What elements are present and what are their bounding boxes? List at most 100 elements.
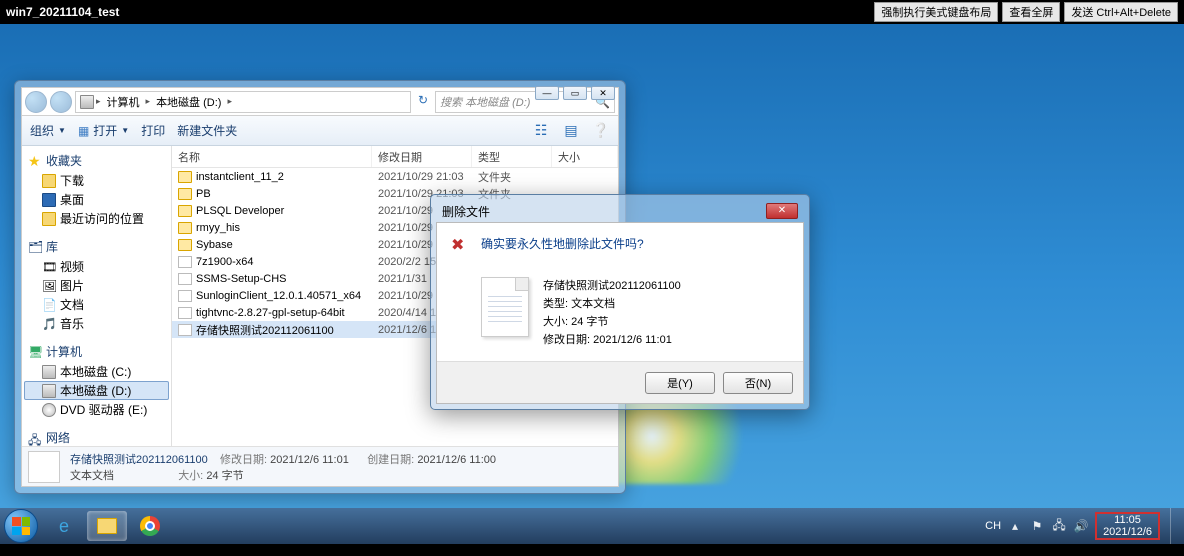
file-icon: [178, 307, 192, 319]
chevron-right-icon[interactable]: ▸: [227, 96, 232, 107]
sidebar-videos[interactable]: 🎞视频: [24, 257, 169, 276]
organize-button[interactable]: 组织▼: [30, 122, 66, 139]
vnc-send-cad-button[interactable]: 发送 Ctrl+Alt+Delete: [1064, 2, 1178, 22]
sidebar-drive-e[interactable]: DVD 驱动器 (E:): [24, 400, 169, 419]
window-close-button[interactable]: ✕: [591, 86, 615, 100]
taskbar[interactable]: e CH ▴ ⚑ 🖧 🔊 11:05 2021/12/6: [0, 508, 1184, 544]
breadcrumb-computer[interactable]: 计算机: [103, 94, 144, 110]
folder-icon: [178, 239, 192, 251]
folder-icon: [178, 188, 192, 200]
vnc-control-bar: win7_20211104_test 强制执行美式键盘布局 查看全屏 发送 Ct…: [0, 0, 1184, 24]
details-pane: 存储快照测试202112061100 修改日期: 2021/12/6 11:01…: [22, 446, 618, 486]
search-placeholder: 搜索 本地磁盘 (D:): [440, 94, 530, 110]
file-row[interactable]: instantclient_11_22021/10/29 21:03文件夹: [172, 168, 618, 185]
file-name: instantclient_11_2: [196, 171, 284, 183]
file-name: 存储快照测试202112061100: [196, 322, 334, 338]
nav-back-button[interactable]: [25, 91, 47, 113]
details-size: 24 字节: [206, 470, 243, 482]
column-headers: 名称 修改日期 类型 大小: [172, 146, 618, 168]
file-name: rmyy_his: [196, 222, 240, 234]
delete-warning-icon: ✖: [451, 235, 471, 255]
chevron-down-icon: ▼: [58, 126, 66, 135]
chevron-right-icon[interactable]: ▸: [96, 96, 101, 107]
window-maximize-button[interactable]: ▭: [563, 86, 587, 100]
column-date[interactable]: 修改日期: [372, 146, 472, 167]
sidebar-computer[interactable]: 🖥计算机: [24, 341, 169, 362]
new-folder-button[interactable]: 新建文件夹: [177, 122, 237, 139]
sidebar-network[interactable]: 🖧网络: [24, 427, 169, 446]
file-type-icon: [28, 451, 60, 483]
sidebar-libraries[interactable]: 🗂库: [24, 236, 169, 257]
delete-file-dialog[interactable]: 删除文件 ✕ ✖ 确实要永久性地删除此文件吗? 存储快照测试2021120611…: [430, 194, 810, 410]
dvd-icon: [42, 403, 56, 417]
folder-icon: [97, 518, 117, 534]
tray-volume-icon[interactable]: 🔊: [1073, 518, 1089, 534]
dialog-close-button[interactable]: ✕: [766, 203, 798, 219]
sidebar-drive-d[interactable]: 本地磁盘 (D:): [24, 381, 169, 400]
taskbar-explorer-button[interactable]: [87, 511, 127, 541]
file-name: 7z1900-x64: [196, 256, 254, 268]
folder-icon: [178, 205, 192, 217]
breadcrumb[interactable]: ▸ 计算机 ▸ 本地磁盘 (D:) ▸: [75, 91, 411, 113]
details-filename: 存储快照测试202112061100: [70, 454, 208, 466]
file-icon: [178, 256, 192, 268]
file-type: 文件夹: [472, 169, 552, 185]
vnc-fullscreen-button[interactable]: 查看全屏: [1002, 2, 1060, 22]
print-button[interactable]: 打印: [141, 122, 165, 139]
tray-arrow-icon[interactable]: ▴: [1007, 518, 1023, 534]
column-type[interactable]: 类型: [472, 146, 552, 167]
chevron-down-icon: ▼: [121, 126, 129, 135]
refresh-icon[interactable]: ↻: [414, 93, 432, 111]
star-icon: ★: [28, 154, 42, 168]
music-icon: 🎵: [42, 317, 56, 331]
dialog-no-button[interactable]: 否(N): [723, 372, 793, 394]
breadcrumb-drive-d[interactable]: 本地磁盘 (D:): [152, 94, 225, 110]
open-button[interactable]: ▦打开▼: [78, 122, 129, 139]
nav-forward-button[interactable]: [50, 91, 72, 113]
help-icon[interactable]: ❔: [592, 122, 610, 140]
taskbar-chrome-button[interactable]: [130, 511, 170, 541]
folder-icon: [178, 222, 192, 234]
address-bar: ▸ 计算机 ▸ 本地磁盘 (D:) ▸ ↻ 搜索 本地磁盘 (D:) 🔍: [22, 88, 618, 116]
sidebar-drive-c[interactable]: 本地磁盘 (C:): [24, 362, 169, 381]
tray-network-icon[interactable]: 🖧: [1051, 518, 1067, 534]
navigation-pane[interactable]: ★收藏夹 下载 桌面 最近访问的位置 🗂库 🎞视频 🖼图片 📄文档 🎵音乐 🖥计…: [22, 146, 172, 446]
sidebar-downloads[interactable]: 下载: [24, 171, 169, 190]
sidebar-favorites[interactable]: ★收藏夹: [24, 150, 169, 171]
system-clock[interactable]: 11:05 2021/12/6: [1099, 514, 1156, 538]
sidebar-music[interactable]: 🎵音乐: [24, 314, 169, 333]
desktop-icon: [42, 193, 56, 207]
column-name[interactable]: 名称: [172, 146, 372, 167]
chevron-right-icon[interactable]: ▸: [146, 96, 151, 107]
file-name: PB: [196, 188, 211, 200]
tray-flag-icon[interactable]: ⚑: [1029, 518, 1045, 534]
sidebar-recent[interactable]: 最近访问的位置: [24, 209, 169, 228]
preview-pane-icon[interactable]: ▤: [562, 122, 580, 140]
dialog-yes-button[interactable]: 是(Y): [645, 372, 715, 394]
column-size[interactable]: 大小: [552, 146, 618, 167]
sidebar-desktop[interactable]: 桌面: [24, 190, 169, 209]
file-name: SSMS-Setup-CHS: [196, 273, 286, 285]
taskbar-ie-button[interactable]: e: [44, 511, 84, 541]
drive-icon: [80, 95, 94, 109]
details-type: 文本文档: [70, 470, 114, 482]
view-options-icon[interactable]: ☷: [532, 122, 550, 140]
sidebar-pictures[interactable]: 🖼图片: [24, 276, 169, 295]
sidebar-documents[interactable]: 📄文档: [24, 295, 169, 314]
file-name: tightvnc-2.8.27-gpl-setup-64bit: [196, 307, 345, 319]
window-minimize-button[interactable]: —: [535, 86, 559, 100]
windows-desktop[interactable]: — ▭ ✕ ▸ 计算机 ▸ 本地磁盘 (D:) ▸ ↻ 搜索 本地磁盘 (D:): [0, 24, 1184, 544]
explorer-toolbar: 组织▼ ▦打开▼ 打印 新建文件夹 ☷ ▤ ❔: [22, 116, 618, 146]
show-desktop-button[interactable]: [1170, 508, 1180, 544]
computer-icon: 🖥: [28, 345, 42, 359]
start-button[interactable]: [4, 509, 38, 543]
dialog-file-info: 存储快照测试202112061100 类型: 文本文档 大小: 24 字节 修改…: [543, 277, 681, 349]
ime-indicator[interactable]: CH: [985, 520, 1001, 532]
txt-icon: [178, 324, 192, 336]
file-name: Sybase: [196, 239, 233, 251]
video-icon: 🎞: [42, 260, 56, 274]
recent-icon: [42, 212, 56, 226]
network-icon: 🖧: [28, 431, 42, 445]
vnc-force-us-keyboard-button[interactable]: 强制执行美式键盘布局: [874, 2, 998, 22]
details-created: 2021/12/6 11:00: [417, 454, 496, 466]
